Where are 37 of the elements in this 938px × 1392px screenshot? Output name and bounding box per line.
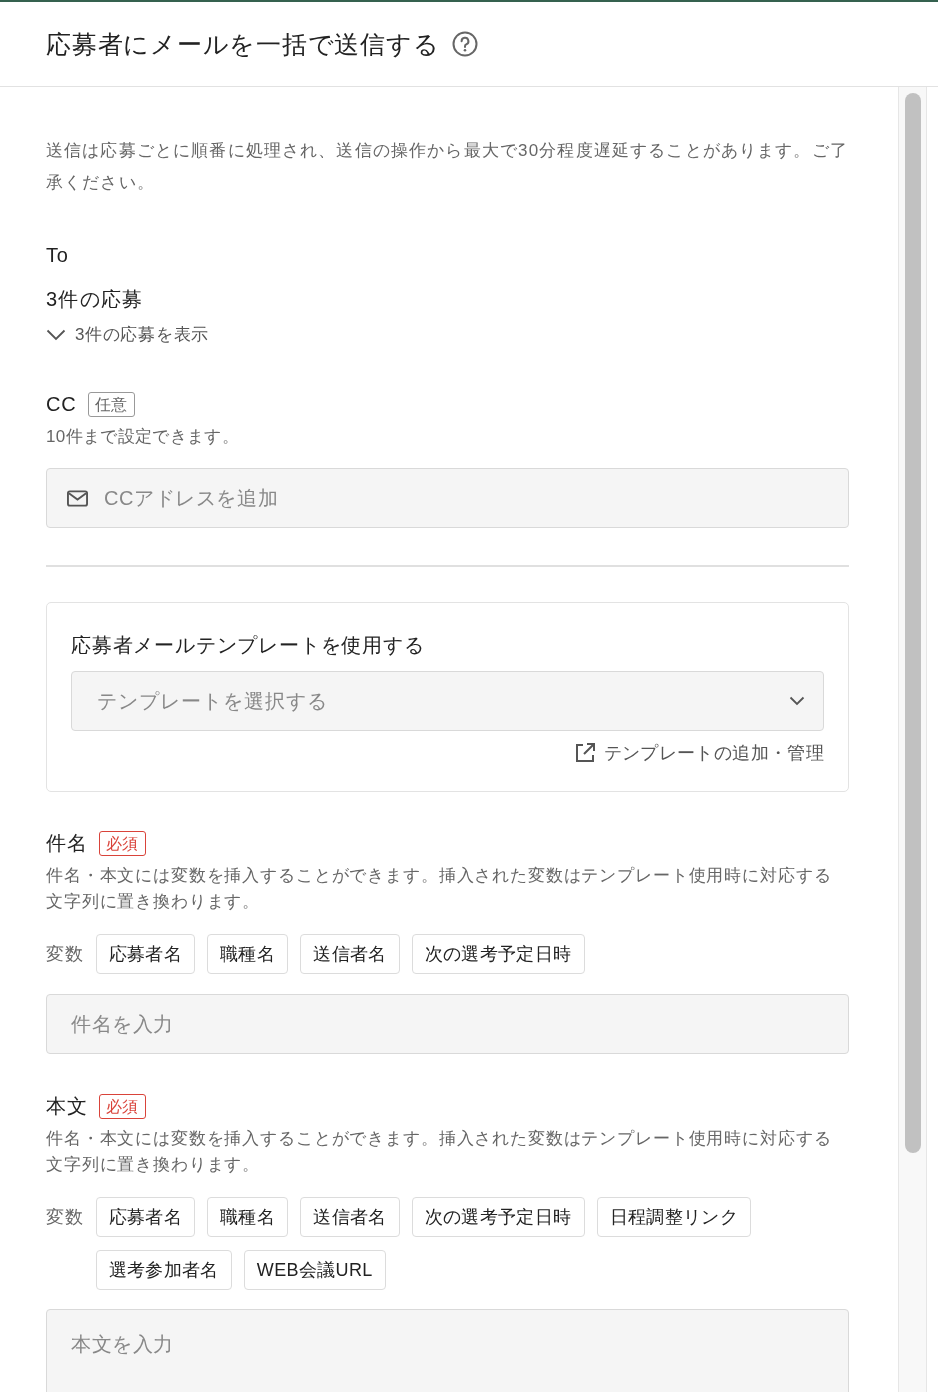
body-label: 本文 bbox=[46, 1094, 88, 1119]
subject-input[interactable]: 件名を入力 bbox=[46, 994, 849, 1054]
notice-text: 送信は応募ごとに順番に処理され、送信の操作から最大で30分程度遅延することがあります。ご了承ください。 bbox=[46, 140, 849, 194]
variable-chip[interactable]: 職種名 bbox=[207, 934, 289, 974]
variable-chip[interactable]: 次の選考予定日時 bbox=[411, 1197, 585, 1237]
cc-help-text: 10件まで設定できます。 bbox=[46, 426, 240, 448]
optional-badge: 任意 bbox=[87, 391, 135, 417]
variable-chip[interactable]: 日程調整リンク bbox=[596, 1197, 752, 1237]
manage-templates-link[interactable]: テンプレートの追加・管理 bbox=[573, 741, 824, 765]
scrollbar-thumb[interactable] bbox=[904, 93, 921, 1153]
to-label: To bbox=[46, 243, 70, 268]
help-icon[interactable] bbox=[452, 31, 479, 57]
variable-chip[interactable]: 選考参加者名 bbox=[95, 1250, 232, 1290]
variable-chip[interactable]: WEB会議URL bbox=[243, 1250, 386, 1290]
required-badge: 必須 bbox=[98, 830, 146, 856]
dialog-title: 応募者にメールを一括で送信する bbox=[46, 29, 440, 60]
variables-label: 変数 bbox=[46, 1206, 84, 1229]
variable-chip[interactable]: 職種名 bbox=[207, 1197, 289, 1237]
variables-label: 変数 bbox=[46, 943, 84, 966]
template-title: 応募者メールテンプレートを使用する bbox=[71, 633, 426, 658]
body-textarea[interactable]: 本文を入力 bbox=[46, 1309, 849, 1392]
cc-address-field[interactable]: CCアドレスを追加 bbox=[46, 468, 849, 528]
subject-label: 件名 bbox=[46, 831, 88, 856]
variable-chip[interactable]: 応募者名 bbox=[95, 934, 196, 974]
recipient-count: 3件の応募 bbox=[46, 287, 145, 312]
external-link-icon bbox=[573, 742, 596, 764]
chevron-down-icon bbox=[789, 696, 805, 706]
show-applications-toggle[interactable]: 3件の応募を表示 bbox=[46, 323, 209, 347]
variable-chip[interactable]: 応募者名 bbox=[95, 1197, 196, 1237]
variable-chip[interactable]: 送信者名 bbox=[300, 1197, 400, 1237]
variable-chip[interactable]: 送信者名 bbox=[300, 934, 400, 974]
required-badge: 必須 bbox=[98, 1093, 146, 1119]
cc-label: CC bbox=[46, 392, 77, 417]
variables-help-text: 件名・本文には変数を挿入することができます。挿入された変数はテンプレート使用時に対応する文字列に置き換わります。 bbox=[46, 1128, 833, 1176]
mail-icon bbox=[67, 490, 88, 507]
variable-chip[interactable]: 次の選考予定日時 bbox=[411, 934, 585, 974]
variables-help-text: 件名・本文には変数を挿入することができます。挿入された変数はテンプレート使用時に対応する文字列に置き換わります。 bbox=[46, 865, 833, 913]
